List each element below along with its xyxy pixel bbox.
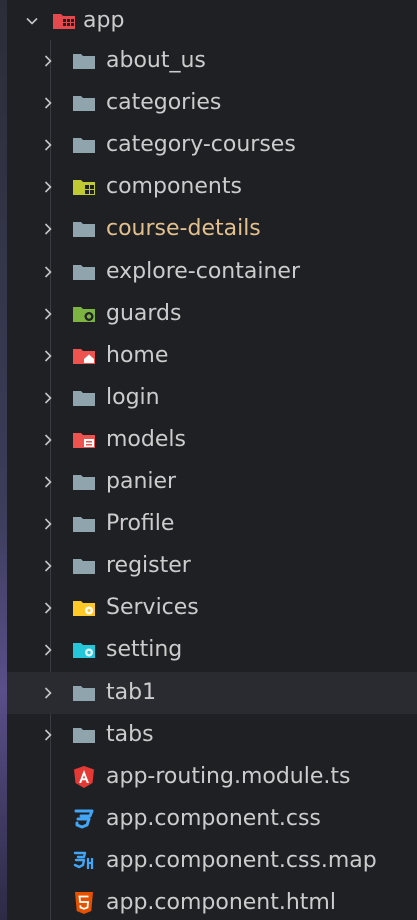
folder-icon [71,722,97,748]
chevron-right-icon[interactable] [37,387,59,409]
chevron-right-icon[interactable] [37,471,59,493]
folder-icon [71,132,97,158]
tree-item-label: course-details [106,216,261,242]
tree-folder-services[interactable]: Services [7,587,417,629]
chevron-down-icon[interactable] [21,10,43,32]
chevron-right-icon[interactable] [37,50,59,72]
tree-folder-panier[interactable]: panier [7,461,417,503]
angular-icon [71,764,97,790]
tree-folder-login[interactable]: login [7,377,417,419]
chevron-right-icon[interactable] [37,597,59,619]
tree-root-app[interactable]: app [7,0,417,42]
chevron-right-icon[interactable] [37,261,59,283]
tree-folder-about-us[interactable]: about_us [7,40,417,82]
tree-item-label: models [106,426,186,452]
folder-icon [71,259,97,285]
tree-item-label: tab1 [106,679,157,705]
folder-icon [71,511,97,537]
tree-item-label: tabs [106,721,154,747]
tree-file-app-component-css-map[interactable]: app.component.css.map [7,840,417,882]
tree-item-label: guards [106,300,182,326]
tree-item-label: app.component.css [106,805,321,831]
tree-folder-tabs[interactable]: tabs [7,714,417,756]
chevron-right-icon[interactable] [37,682,59,704]
chevron-right-icon[interactable] [37,513,59,535]
tree-item-label: home [106,342,169,368]
folder-app-icon [51,8,77,34]
tree-file-app-routing-module-ts[interactable]: app-routing.module.ts [7,756,417,798]
tree-folder-categories[interactable]: categories [7,82,417,124]
folder-icon [71,469,97,495]
folder-icon [71,48,97,74]
tree-item-label: Services [106,595,199,621]
tree-folder-components[interactable]: components [7,166,417,208]
css-icon [71,806,97,832]
tree-root-label: app [83,8,125,33]
tree-item-label: Profile [106,511,175,537]
chevron-right-icon[interactable] [37,176,59,198]
folder-icon [71,90,97,116]
chevron-right-icon[interactable] [37,134,59,156]
chevron-right-icon[interactable] [37,345,59,367]
tree-folder-setting[interactable]: setting [7,629,417,671]
tree-folder-register[interactable]: register [7,545,417,587]
tree-folder-explore-container[interactable]: explore-container [7,251,417,293]
folder-guards-icon [71,301,97,327]
folder-home-icon [71,343,97,369]
chevron-right-icon[interactable] [37,303,59,325]
tree-folder-tab1[interactable]: tab1 [7,671,417,714]
tree-file-app-component-html[interactable]: app.component.html [7,882,417,920]
tree-item-label: category-courses [106,132,296,158]
tree-item-label: app.component.css.map [106,847,377,873]
tree-folder-models[interactable]: models [7,419,417,461]
tree-item-label: app-routing.module.ts [106,763,351,789]
tree-folder-guards[interactable]: guards [7,293,417,335]
chevron-right-icon[interactable] [37,92,59,114]
chevron-right-icon[interactable] [37,555,59,577]
tree-folder-home[interactable]: home [7,335,417,377]
tree-item-label: setting [106,637,183,663]
tree-item-label: categories [106,90,222,116]
tree-file-app-component-css[interactable]: app.component.css [7,798,417,840]
html-icon [71,890,97,916]
tree-item-label: register [106,553,191,579]
folder-icon [71,553,97,579]
file-explorer-tree: app about_us categories category-courses co… [7,0,417,920]
chevron-right-icon[interactable] [37,429,59,451]
tree-item-label: explore-container [106,258,300,284]
chevron-right-icon[interactable] [37,724,59,746]
css-map-icon [71,848,97,874]
folder-settings-icon [71,637,97,663]
folder-icon [71,216,97,242]
folder-services-icon [71,595,97,621]
chevron-right-icon[interactable] [37,639,59,661]
tree-item-label: about_us [106,48,206,73]
folder-icon [71,385,97,411]
folder-components-icon [71,174,97,200]
tree-item-label: login [106,384,160,410]
folder-models-icon [71,427,97,453]
tree-folder-course-details[interactable]: course-details [7,208,417,250]
tree-item-label: panier [106,469,177,494]
chevron-right-icon[interactable] [37,218,59,240]
tree-item-label: app.component.html [106,890,336,915]
window-edge [0,0,7,920]
tree-item-label: components [106,174,242,200]
folder-icon [71,680,97,706]
tree-folder-category-courses[interactable]: category-courses [7,124,417,166]
tree-folder-profile[interactable]: Profile [7,503,417,545]
